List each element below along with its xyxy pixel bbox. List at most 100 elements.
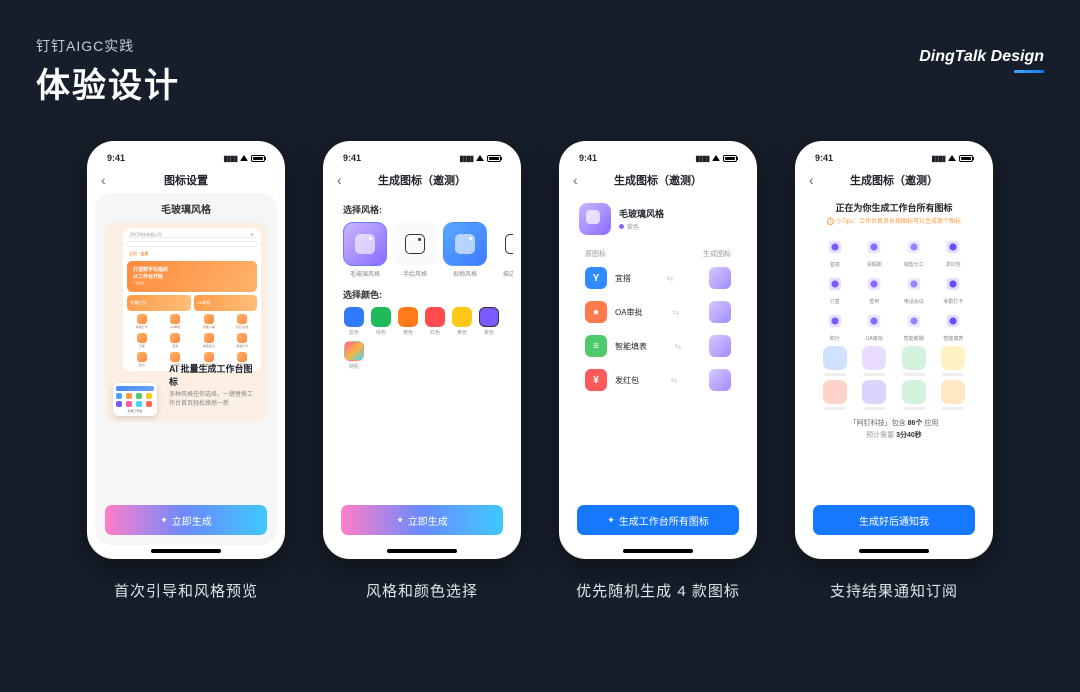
app-label: 电话会议 xyxy=(896,298,932,305)
color-option[interactable]: 黄色 xyxy=(451,307,473,336)
style-option[interactable]: 手绘风格 xyxy=(393,222,437,278)
generated-icon xyxy=(709,335,731,357)
app-icon xyxy=(862,272,886,296)
placeholder-icon xyxy=(941,346,965,370)
spark-icon: ✦ xyxy=(607,515,615,526)
caption-4: 支持结果通知订阅 xyxy=(830,580,958,601)
signal-icon: ▮▮▮▮ xyxy=(459,154,473,163)
app-icon xyxy=(823,235,847,259)
selected-style-header: 毛玻璃风格 紫色 xyxy=(567,193,749,245)
col-original: 原图标 xyxy=(585,249,606,259)
slide-title: 体验设计 xyxy=(36,58,180,107)
brand-block: DingTalk Design xyxy=(919,48,1044,73)
app-label: 智能填表 xyxy=(936,335,972,342)
mini-app-item: 订餐 xyxy=(127,333,157,348)
style-preview-icon xyxy=(493,222,513,266)
original-icon: ● xyxy=(585,301,607,323)
placeholder-label xyxy=(942,407,964,410)
battery-icon xyxy=(959,155,973,162)
mini-app-label: 订餐 xyxy=(127,344,157,348)
arrow-icon: ⇆ xyxy=(671,376,678,385)
clock: 9:41 xyxy=(343,153,361,163)
style-option[interactable]: 描边风格 xyxy=(493,222,513,278)
placeholder-label xyxy=(863,373,885,376)
phone-1-wrap: 9:41 ▮▮▮▮ ‹ 图标设置 毛玻璃风格 阿钉科技有限公司⚙ 近期 全员 xyxy=(86,140,286,601)
signal-icon: ▮▮▮▮ xyxy=(223,154,237,163)
phone-4: 9:41 ▮▮▮▮ ‹ 生成图标（邀测） 正在为你生成工作台所有图标 i小Tip… xyxy=(794,140,994,560)
caption-2: 风格和颜色选择 xyxy=(366,580,478,601)
mini-card-b: OA审批 xyxy=(194,295,258,311)
placeholder-app-item xyxy=(817,380,853,410)
color-swatch-icon xyxy=(452,307,472,327)
phones-row: 9:41 ▮▮▮▮ ‹ 图标设置 毛玻璃风格 阿钉科技有限公司⚙ 近期 全员 xyxy=(70,140,1010,601)
notify-button[interactable]: 生成好后通知我 xyxy=(813,505,975,535)
alt-preview-thumb: 标准工作台 xyxy=(113,383,157,416)
app-icon xyxy=(862,309,886,333)
clock: 9:41 xyxy=(579,153,597,163)
color-option[interactable]: 橙色 xyxy=(397,307,419,336)
nav-title: 生成图标（邀测） xyxy=(378,172,466,188)
status-bar: 9:41 ▮▮▮▮ xyxy=(331,149,513,167)
back-icon[interactable]: ‹ xyxy=(573,172,578,188)
style-color: 紫色 xyxy=(619,222,664,231)
color-option[interactable]: 绿色 xyxy=(370,307,392,336)
home-indicator xyxy=(859,549,929,553)
compare-row: Y宜搭⇆ xyxy=(567,261,749,295)
placeholder-app-item xyxy=(896,346,932,376)
color-option[interactable]: 随机 xyxy=(343,341,365,370)
caption-1: 首次引导和风格预览 xyxy=(114,580,258,601)
generate-button[interactable]: ✦ 立即生成 xyxy=(105,505,267,535)
intro-desc: 多种风格任你选择，一键替换工作台首页轻松焕然一新 xyxy=(169,391,257,408)
style-preview-icon xyxy=(343,222,387,266)
placeholder-app-item xyxy=(936,380,972,410)
generated-app-item: 智能薪酬 xyxy=(896,309,932,342)
color-option[interactable]: 紫色 xyxy=(478,307,500,336)
wifi-icon xyxy=(948,155,956,161)
color-option[interactable]: 蓝色 xyxy=(343,307,365,336)
color-option[interactable]: 红色 xyxy=(424,307,446,336)
mini-tabs: 近期 全员 xyxy=(127,250,257,258)
color-option-label: 橙色 xyxy=(397,329,419,336)
screen-content: 毛玻璃风格 阿钉科技有限公司⚙ 近期 全员 打造数字化组织从工作台开始 了解更多… xyxy=(95,193,277,545)
style-option[interactable]: 拟物风格 xyxy=(443,222,487,278)
home-indicator xyxy=(623,549,693,553)
home-indicator xyxy=(151,549,221,553)
signal-icon: ▮▮▮▮ xyxy=(931,154,945,163)
compare-row: ¥发红包⇆ xyxy=(567,363,749,397)
mini-app-label: 智能人事 xyxy=(194,325,224,329)
mini-app-icon xyxy=(170,314,180,324)
generated-icon xyxy=(709,369,731,391)
mini-app-item: OA审批 xyxy=(161,314,191,329)
home-indicator xyxy=(387,549,457,553)
back-icon[interactable]: ‹ xyxy=(101,172,106,188)
mini-app-item: 电话会议 xyxy=(194,333,224,348)
style-option[interactable]: 毛玻璃风格 xyxy=(343,222,387,278)
nav-bar: ‹ 生成图标（邀测） xyxy=(331,167,513,193)
mini-app-icon xyxy=(237,352,247,362)
eta-line: 预计需要 3分40秒 xyxy=(803,430,985,440)
color-option-label: 黄色 xyxy=(451,329,473,336)
battery-icon xyxy=(723,155,737,162)
app-icon xyxy=(902,309,926,333)
generated-app-item: 签到 xyxy=(857,272,893,305)
spark-icon: ✦ xyxy=(396,515,404,526)
wifi-icon xyxy=(712,155,720,161)
generated-app-item: 智能填表 xyxy=(936,309,972,342)
generated-app-item: 订盒 xyxy=(817,272,853,305)
generate-button[interactable]: ✦ 立即生成 xyxy=(341,505,503,535)
style-option-label: 手绘风格 xyxy=(393,269,437,278)
style-preview-icon xyxy=(393,222,437,266)
app-icon xyxy=(941,309,965,333)
app-icon xyxy=(941,235,965,259)
mini-app-item: 钉钉文档 xyxy=(228,314,258,329)
app-label: 订盒 xyxy=(817,298,853,305)
generate-all-button[interactable]: ✦ 生成工作台所有图标 xyxy=(577,505,739,535)
mini-app-icon xyxy=(204,333,214,343)
arrow-icon: ⇆ xyxy=(667,274,674,283)
placeholder-icon xyxy=(862,346,886,370)
back-icon[interactable]: ‹ xyxy=(809,172,814,188)
generated-app-item: 请假期 xyxy=(857,235,893,268)
app-label: 宜搭 xyxy=(817,261,853,268)
color-swatch-icon xyxy=(344,341,364,361)
back-icon[interactable]: ‹ xyxy=(337,172,342,188)
